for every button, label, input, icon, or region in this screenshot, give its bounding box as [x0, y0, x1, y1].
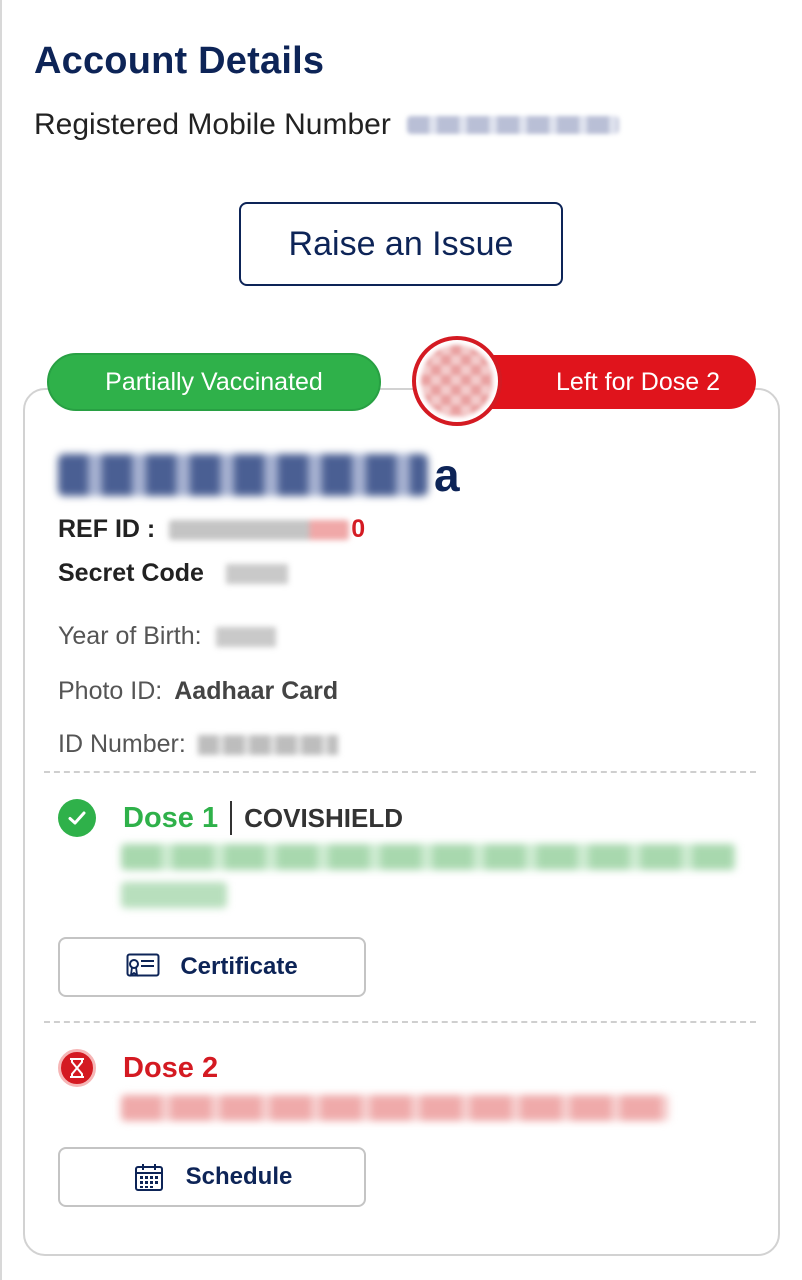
vaccination-status-badge: Partially Vaccinated — [47, 353, 381, 411]
beneficiary-name-redacted — [58, 454, 428, 496]
id-number-label: ID Number: — [58, 730, 186, 758]
year-of-birth-row: Year of Birth: — [58, 622, 276, 651]
dose-2-label: Dose 2 — [123, 1051, 219, 1084]
beneficiary-name-tail: a — [434, 449, 460, 501]
dose-2-details-redacted — [121, 1095, 669, 1121]
dose-separator — [230, 801, 233, 835]
certificate-button[interactable]: Certificate — [58, 937, 366, 997]
avatar — [412, 336, 502, 426]
ref-id-label: REF ID : — [58, 515, 156, 543]
vaccine-name: COVISHIELD — [244, 802, 404, 833]
divider — [44, 1021, 756, 1023]
ref-id-row: REF ID : 0 — [58, 515, 365, 544]
id-number-redacted — [197, 734, 338, 755]
photo-id-label: Photo ID: — [58, 677, 163, 705]
schedule-button[interactable]: Schedule — [58, 1147, 366, 1207]
secret-code-label: Secret Code — [58, 559, 204, 587]
id-number-row: ID Number: — [58, 730, 338, 759]
secret-code-redacted — [225, 563, 288, 584]
registered-mobile-redacted — [406, 116, 619, 134]
year-of-birth-redacted — [215, 626, 276, 647]
photo-id-row: Photo ID: Aadhaar Card — [58, 677, 338, 706]
photo-id-value: Aadhaar Card — [174, 677, 339, 705]
secret-code-row: Secret Code — [58, 559, 288, 588]
beneficiary-name: a — [58, 448, 460, 502]
schedule-button-label: Schedule — [185, 1163, 293, 1190]
divider — [44, 771, 756, 773]
certificate-icon — [126, 952, 160, 982]
check-icon — [58, 799, 96, 837]
dose-1-row: Dose 1 COVISHIELD — [58, 799, 403, 837]
ref-id-tail: 0 — [351, 515, 366, 543]
registered-mobile-row: Registered Mobile Number — [34, 108, 619, 142]
dose-2-row: Dose 2 — [58, 1049, 218, 1087]
dose-1-details-redacted — [121, 844, 736, 870]
hourglass-icon — [58, 1049, 96, 1087]
page-title: Account Details — [34, 40, 325, 82]
avatar-photo-redacted — [421, 345, 493, 417]
dose-1-label: Dose 1 — [123, 801, 219, 834]
raise-issue-button[interactable]: Raise an Issue — [239, 202, 563, 286]
dose-1-details-redacted-line2 — [121, 882, 227, 908]
registered-mobile-label: Registered Mobile Number — [34, 108, 391, 141]
certificate-button-label: Certificate — [180, 953, 298, 980]
calendar-icon — [132, 1162, 166, 1192]
year-of-birth-label: Year of Birth: — [58, 622, 202, 650]
left-edge-rule — [0, 0, 2, 1280]
ref-id-redacted — [169, 519, 350, 540]
